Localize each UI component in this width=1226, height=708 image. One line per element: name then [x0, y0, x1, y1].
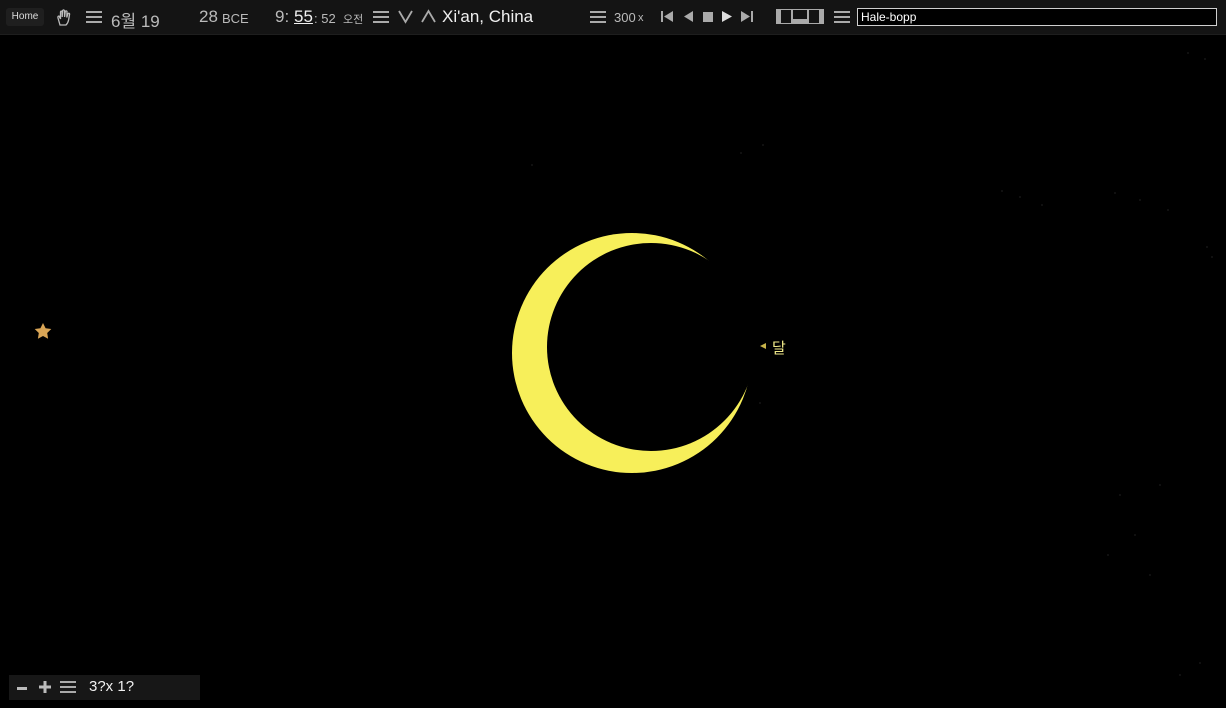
panel-left-icon[interactable]: [776, 9, 792, 24]
location-name[interactable]: Xi'an, China: [442, 7, 533, 27]
speed-unit: x: [638, 12, 644, 24]
moon-marker-icon: [760, 343, 766, 349]
stop-icon[interactable]: [702, 11, 714, 23]
chevron-down-icon[interactable]: [398, 9, 413, 24]
step-back-icon[interactable]: [682, 10, 694, 23]
speed-menu-icon[interactable]: [590, 11, 606, 23]
speed-value[interactable]: 300: [614, 10, 636, 25]
date-month-day[interactable]: 6월 19: [111, 7, 160, 32]
hand-pan-icon[interactable]: [55, 8, 74, 27]
panel-right-icon[interactable]: [808, 9, 824, 24]
panel-bottom-icon[interactable]: [792, 9, 808, 24]
date-year[interactable]: 28: [199, 7, 218, 27]
time-minute[interactable]: 55: [294, 7, 313, 27]
time-ampm[interactable]: 오전: [343, 11, 363, 27]
play-icon[interactable]: [721, 10, 733, 23]
star-icon[interactable]: [34, 323, 52, 339]
date-era[interactable]: BCE: [222, 11, 249, 26]
skip-back-icon[interactable]: [660, 10, 674, 23]
zoom-readout: 3?x 1?: [89, 678, 135, 695]
skip-forward-icon[interactable]: [740, 10, 754, 23]
home-button[interactable]: Home: [6, 8, 44, 26]
time-second[interactable]: : 52: [314, 11, 336, 26]
moon[interactable]: [512, 233, 755, 473]
time-hour[interactable]: 9:: [275, 7, 289, 27]
moon-label[interactable]: 달: [772, 337, 786, 358]
moon-shadow: [547, 243, 755, 451]
top-toolbar: Home 6월 19 28 BCE 9: 55 : 52 오전 Xi'an, C…: [0, 0, 1226, 35]
zoom-bar: 3?x 1?: [9, 675, 200, 700]
chevron-up-icon[interactable]: [421, 9, 436, 24]
view-menu-icon[interactable]: [60, 681, 76, 693]
search-menu-icon[interactable]: [834, 11, 850, 23]
search-input[interactable]: [857, 8, 1217, 26]
location-menu-icon[interactable]: [373, 11, 389, 23]
zoom-out-icon[interactable]: [16, 682, 28, 694]
zoom-in-icon[interactable]: [38, 680, 52, 694]
date-menu-icon[interactable]: [86, 11, 102, 23]
sky-view[interactable]: [0, 35, 1226, 708]
